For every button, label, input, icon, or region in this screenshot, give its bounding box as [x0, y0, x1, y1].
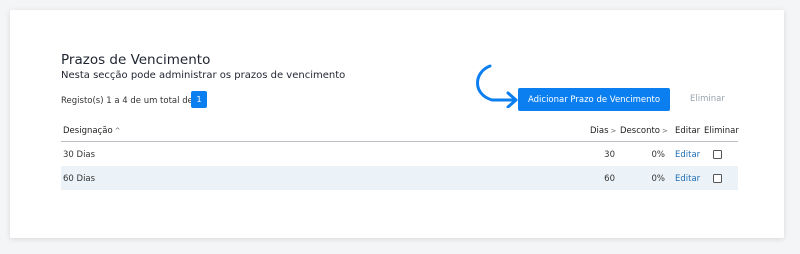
delete-link[interactable]: Eliminar	[690, 94, 725, 104]
edit-link[interactable]: Editar	[675, 150, 700, 160]
add-prazo-button[interactable]: Adicionar Prazo de Vencimento	[518, 88, 670, 111]
checkbox-icon[interactable]	[713, 174, 722, 183]
prazos-table: Designação ^ Dias > Desconto > Editar Elimi…	[61, 121, 739, 190]
cell-dias: 60	[604, 174, 615, 184]
chevron-right-icon: >	[662, 127, 668, 135]
checkbox-icon[interactable]	[713, 150, 722, 159]
column-dias[interactable]: Dias >	[590, 126, 616, 136]
column-editar: Editar	[675, 126, 701, 136]
curved-arrow-icon	[476, 64, 518, 108]
column-desconto[interactable]: Desconto >	[620, 126, 668, 136]
cell-dias: 30	[604, 150, 615, 160]
table-header: Designação ^ Dias > Desconto > Editar Elimi…	[61, 121, 739, 142]
records-count: Registo(s) 1 a 4 de um total de 4	[61, 96, 201, 106]
page-button[interactable]: 1	[191, 91, 207, 108]
column-designacao[interactable]: Designação ^	[63, 126, 121, 136]
column-desconto-label: Desconto	[620, 126, 660, 136]
page-subtitle: Nesta secção pode administrar os prazos …	[61, 70, 346, 81]
cell-designacao: 60 Dias	[63, 174, 96, 184]
page-title: Prazos de Vencimento	[61, 52, 211, 68]
table-row: 30 Dias 30 0% Editar	[61, 142, 738, 166]
column-dias-label: Dias	[590, 126, 609, 136]
column-designacao-label: Designação	[63, 126, 113, 136]
cell-desconto: 0%	[651, 150, 666, 160]
column-eliminar: Eliminar	[704, 126, 739, 136]
chevron-up-icon: ^	[114, 127, 121, 135]
table-row: 60 Dias 60 0% Editar	[61, 166, 738, 190]
cell-desconto: 0%	[651, 174, 666, 184]
cell-designacao: 30 Dias	[63, 150, 96, 160]
chevron-right-icon: >	[610, 127, 617, 135]
edit-link[interactable]: Editar	[675, 174, 700, 184]
